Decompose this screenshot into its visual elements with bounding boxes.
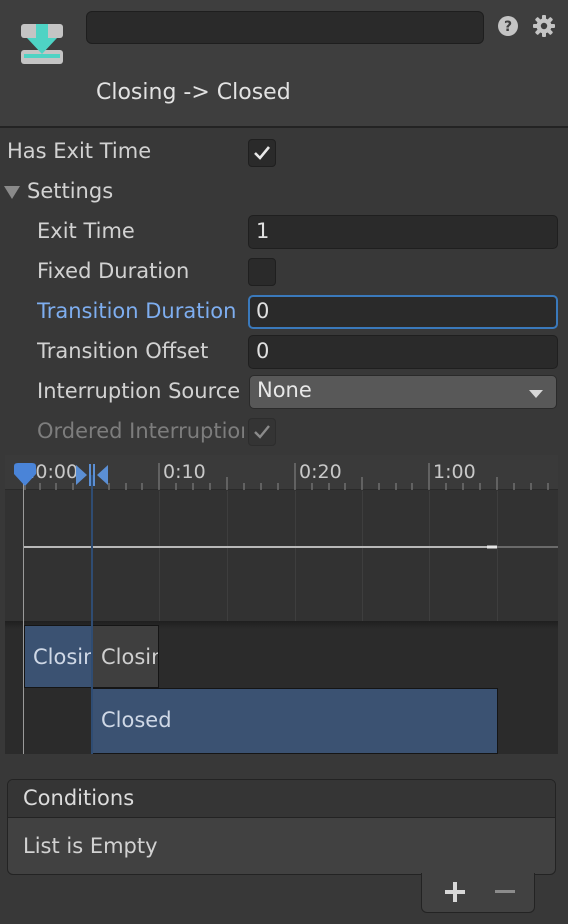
conditions-header: Conditions <box>8 780 555 818</box>
tick-label: 0:10 <box>163 461 206 483</box>
checkmark-icon <box>254 146 271 160</box>
add-condition-button[interactable] <box>442 879 468 905</box>
conditions-footer <box>421 873 535 913</box>
transition-timeline[interactable]: :0:00 0:10 0:20 1:00 Closing Closing Clo… <box>5 455 558 754</box>
interruption-source-value: None <box>257 378 312 402</box>
interruption-source-label: Interruption Source <box>37 379 241 403</box>
has-exit-time-label: Has Exit Time <box>7 139 152 163</box>
foldout-arrow-icon[interactable] <box>3 185 21 201</box>
chevron-down-icon <box>529 390 543 398</box>
ordered-interruption-label: Ordered Interruption <box>37 419 244 443</box>
conditions-list: Conditions List is Empty <box>7 779 556 875</box>
help-icon[interactable]: ? <box>497 15 519 37</box>
transition-offset-field[interactable]: 0 <box>248 335 558 369</box>
inspector-header: ? Closing -> Closed <box>0 0 568 128</box>
gear-icon[interactable] <box>532 14 556 38</box>
exit-time-field[interactable]: 1 <box>248 215 558 249</box>
transition-offset-label: Transition Offset <box>37 339 209 363</box>
destination-clip[interactable]: Closed <box>92 688 498 754</box>
transition-curve <box>23 545 558 549</box>
exit-time-label: Exit Time <box>37 219 135 243</box>
tick-label: 0:20 <box>299 461 342 483</box>
settings-foldout-label[interactable]: Settings <box>27 179 113 203</box>
tick-label: 1:00 <box>433 461 476 483</box>
playhead-handle-icon[interactable] <box>12 462 38 488</box>
checkmark-icon <box>254 425 270 439</box>
source-clip-segment[interactable]: Closing <box>92 625 159 688</box>
transition-start-line <box>91 475 93 754</box>
ordered-interruption-checkbox <box>248 418 276 446</box>
playhead-line <box>23 475 24 754</box>
svg-text:?: ? <box>504 19 512 35</box>
interruption-source-dropdown[interactable]: None <box>249 375 557 409</box>
fixed-duration-label: Fixed Duration <box>37 259 190 283</box>
fixed-duration-checkbox[interactable] <box>248 258 276 286</box>
remove-condition-button[interactable] <box>492 879 518 905</box>
state-transition-icon <box>21 24 63 64</box>
transition-duration-field[interactable]: 0 <box>248 295 558 329</box>
transition-name-field[interactable] <box>86 11 484 44</box>
source-clip-segment[interactable]: Closing <box>24 625 93 688</box>
has-exit-time-checkbox[interactable] <box>248 139 276 167</box>
transition-duration-label: Transition Duration <box>37 299 237 323</box>
conditions-empty-text: List is Empty <box>23 834 158 858</box>
transition-title: Closing -> Closed <box>96 80 291 105</box>
transition-range-marker-icon[interactable] <box>75 464 109 486</box>
